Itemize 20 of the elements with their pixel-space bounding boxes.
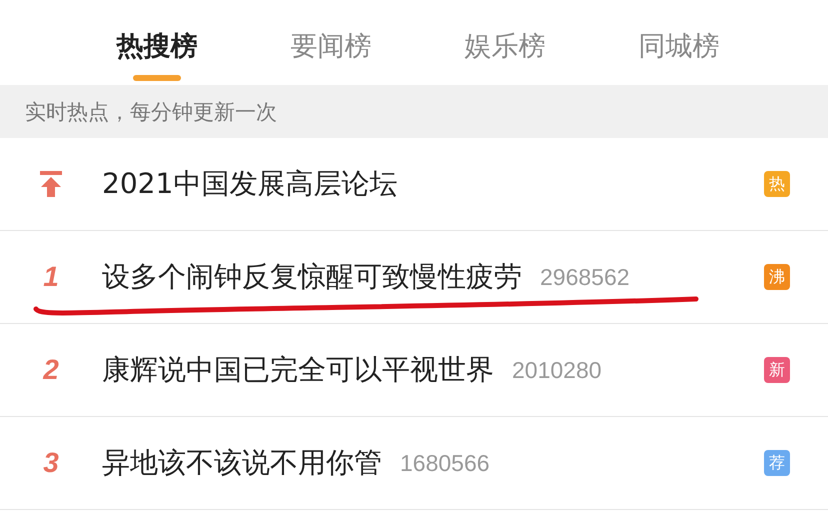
tab[interactable]: 娱乐榜 <box>418 0 592 85</box>
heat-count: 2010280 <box>512 356 602 384</box>
topic-title[interactable]: 2021中国发展高层论坛 <box>102 165 398 203</box>
pin-top-icon <box>40 171 62 197</box>
topic-badge: 新 <box>764 357 790 383</box>
heat-count: 1680566 <box>400 450 490 476</box>
topic-title[interactable]: 设多个闹钟反复惊醒可致慢性疲劳 <box>102 258 522 296</box>
rank-number: 3 <box>43 447 59 479</box>
topic-title[interactable]: 异地该不该说不用你管 <box>102 444 382 482</box>
topic-badge: 荐 <box>764 450 790 476</box>
tab[interactable]: 热搜榜 <box>70 0 244 85</box>
topic-badge: 热 <box>764 171 790 197</box>
topic-badge: 沸 <box>764 264 790 290</box>
rank-number: 2 <box>43 354 59 386</box>
tab[interactable]: 要闻榜 <box>244 0 418 85</box>
topic-title[interactable]: 康辉说中国已完全可以平视世界 <box>102 351 494 389</box>
tab[interactable]: 同城榜 <box>592 0 766 85</box>
notice-text: 实时热点，每分钟更新一次 <box>25 98 277 126</box>
rank-number: 1 <box>43 261 59 293</box>
heat-count: 2968562 <box>540 264 630 290</box>
